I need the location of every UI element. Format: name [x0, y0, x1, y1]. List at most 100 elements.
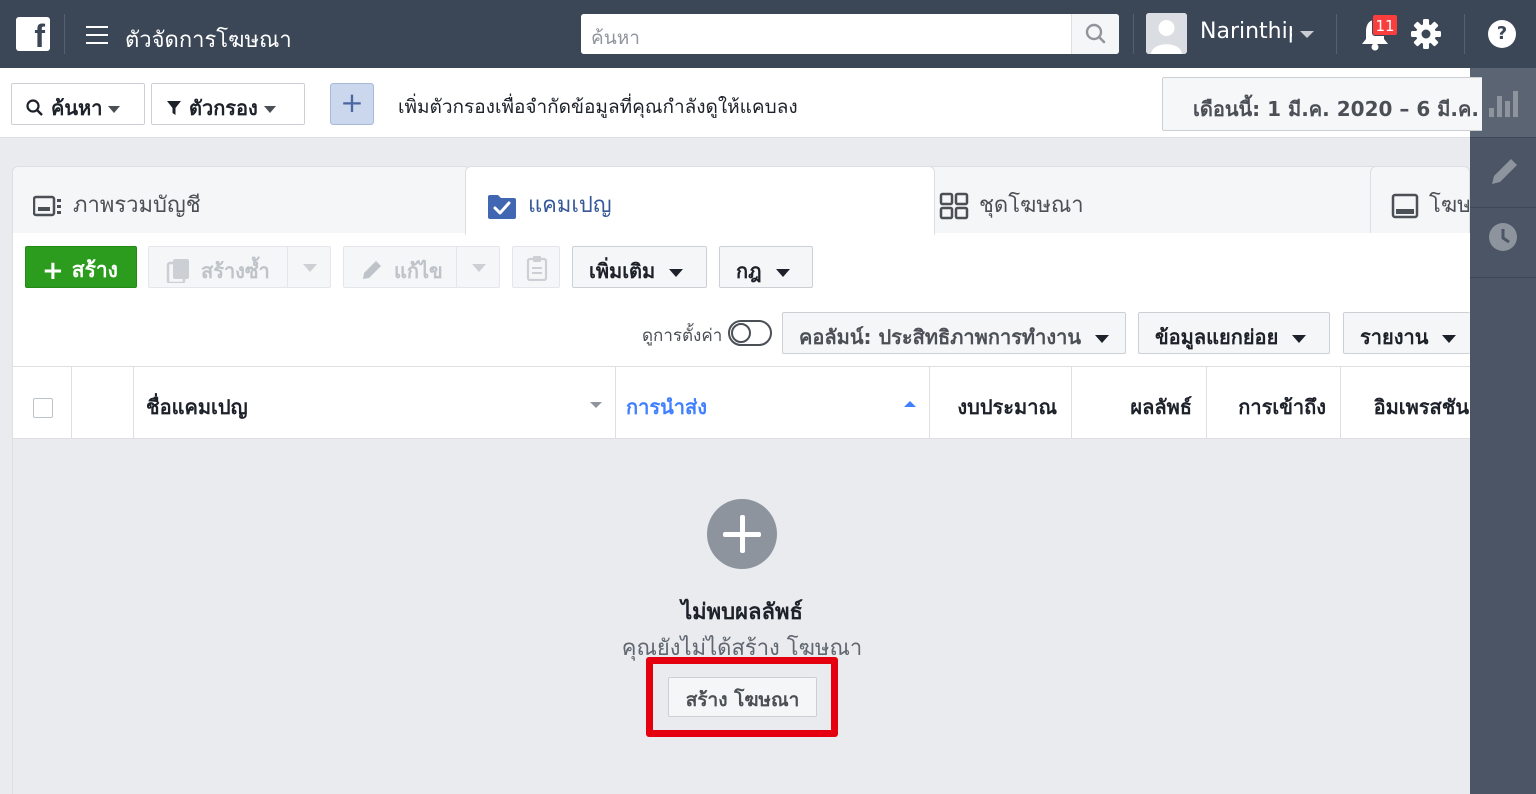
- view-settings-toggle[interactable]: [728, 320, 772, 346]
- column-label: การเข้าถึง: [1238, 395, 1326, 419]
- chevron-down-icon: [1292, 334, 1307, 343]
- rules-label: กฎ: [736, 259, 762, 283]
- user-silhouette-icon: [1146, 13, 1187, 54]
- column-header-budget[interactable]: งบประมาณ: [929, 367, 1071, 439]
- reports-dropdown[interactable]: รายงาน: [1343, 312, 1470, 354]
- breakdown-dropdown[interactable]: ข้อมูลแยกย่อย: [1138, 312, 1330, 354]
- user-name[interactable]: Narinthip: [1200, 19, 1292, 44]
- columns-label: คอลัมน์: ประสิทธิภาพการทำงาน: [799, 325, 1082, 349]
- chevron-down-icon: [108, 106, 121, 113]
- chevron-down-icon: [1442, 334, 1457, 343]
- clipboard-button[interactable]: [512, 246, 560, 288]
- tab-label: ชุดโฆษณา: [979, 193, 1084, 218]
- create-button[interactable]: + สร้าง: [25, 246, 137, 288]
- tab-label: ภาพรวมบัญชี: [73, 193, 201, 218]
- chevron-down-icon[interactable]: [1300, 31, 1314, 38]
- create-ad-button[interactable]: สร้าง โฆษณา: [668, 677, 817, 717]
- column-header-impressions[interactable]: อิมเพรสชัน: [1340, 367, 1471, 439]
- chevron-down-icon: [775, 268, 790, 277]
- column-header-reach[interactable]: การเข้าถึง: [1206, 367, 1340, 439]
- reports-label: รายงาน: [1360, 325, 1429, 349]
- clipboard-icon: [526, 256, 548, 282]
- chevron-down-icon: [669, 268, 684, 277]
- right-side-rail: [1470, 68, 1536, 794]
- column-label: ผลลัพธ์: [1130, 395, 1192, 419]
- column-label: อิมเพรสชัน: [1373, 395, 1469, 419]
- breakdown-label: ข้อมูลแยกย่อย: [1155, 325, 1279, 349]
- column-header-campaign-name[interactable]: ชื่อแคมเปญ: [133, 367, 615, 439]
- divider: [456, 247, 457, 287]
- tab-ads[interactable]: โฆษ: [1370, 166, 1470, 234]
- grid-icon: [939, 192, 969, 220]
- funnel-icon: [167, 101, 181, 115]
- column-header-delivery[interactable]: การนำส่ง: [615, 367, 929, 439]
- add-circle-icon: [707, 499, 777, 569]
- gear-icon[interactable]: [1408, 16, 1444, 52]
- search-icon: [1085, 23, 1106, 44]
- chevron-down-icon: [1095, 334, 1110, 343]
- search-button[interactable]: [1071, 14, 1119, 54]
- tab-label: โฆษ: [1429, 193, 1470, 218]
- sort-down-icon: [590, 402, 602, 408]
- table-header: ชื่อแคมเปญ การนำส่ง งบประมาณ ผลลัพธ์ การ…: [12, 366, 1470, 439]
- plus-icon: +: [42, 256, 64, 286]
- search-filter-label: ค้นหา: [50, 96, 103, 120]
- search-filter-button[interactable]: ค้นหา: [11, 83, 145, 125]
- divider: [1336, 14, 1337, 54]
- select-all-checkbox[interactable]: [33, 398, 53, 418]
- filter-bar: ค้นหา ตัวกรอง + เพิ่มตัวกรองเพื่อจำกัดข้…: [0, 68, 1482, 138]
- columns-dropdown[interactable]: คอลัมน์: ประสิทธิภาพการทำงาน: [782, 312, 1126, 354]
- chevron-down-icon[interactable]: [472, 264, 486, 272]
- account-overview-icon: [33, 195, 61, 217]
- divider: [1464, 14, 1465, 54]
- tab-account-overview[interactable]: ภาพรวมบัญชี: [12, 166, 470, 234]
- divider: [64, 14, 65, 54]
- column-label: การนำส่ง: [626, 395, 707, 419]
- search-input[interactable]: [581, 14, 1071, 54]
- edit-label: แก้ไข: [394, 259, 443, 283]
- sort-up-icon: [904, 401, 916, 407]
- pencil-icon: [363, 261, 381, 279]
- chevron-down-icon[interactable]: [303, 264, 317, 272]
- pencil-icon: [1492, 159, 1517, 184]
- rules-button[interactable]: กฎ: [719, 246, 813, 288]
- ad-icon: [1391, 193, 1419, 219]
- top-navigation-bar: f ตัวจัดการโฆษณา Narinthip 11: [0, 0, 1536, 68]
- hamburger-menu-icon[interactable]: [86, 26, 108, 44]
- column-header-results[interactable]: ผลลัพธ์: [1071, 367, 1206, 439]
- column-label: งบประมาณ: [957, 395, 1057, 419]
- duplicate-label: สร้างซ้ำ: [201, 259, 270, 283]
- column-header-status: [71, 367, 133, 439]
- campaign-folder-icon: [488, 195, 516, 219]
- facebook-logo[interactable]: f: [16, 17, 50, 51]
- avatar[interactable]: [1146, 13, 1187, 54]
- search-icon: [26, 99, 43, 116]
- clock-icon: [1489, 223, 1517, 251]
- create-label: สร้าง: [71, 258, 118, 282]
- date-range-picker[interactable]: เดือนนี้: 1 มี.ค. 2020 – 6 มี.ค.: [1162, 77, 1482, 131]
- chevron-down-icon: [263, 106, 276, 113]
- tab-label: แคมเปญ: [528, 193, 612, 218]
- view-settings-label: ดูการตั้งค่า: [642, 326, 723, 346]
- notification-count-badge: 11: [1372, 14, 1398, 36]
- more-label: เพิ่มเติม: [589, 259, 656, 283]
- filter-button[interactable]: ตัวกรอง: [151, 83, 305, 125]
- help-icon[interactable]: ?: [1488, 20, 1516, 48]
- empty-state-title: ไม่พบผลลัพธ์: [681, 600, 803, 625]
- app-title: ตัวจัดการโฆษณา: [125, 28, 292, 53]
- tab-campaigns[interactable]: แคมเปญ: [465, 166, 935, 235]
- add-filter-button[interactable]: +: [330, 83, 374, 125]
- rail-item-edit[interactable]: [1470, 138, 1536, 208]
- global-search: [581, 14, 1119, 54]
- tab-ad-sets[interactable]: ชุดโฆษณา: [918, 166, 1388, 234]
- column-label: ชื่อแคมเปญ: [146, 395, 248, 419]
- divider: [1133, 14, 1134, 54]
- rail-item-history[interactable]: [1470, 208, 1536, 278]
- filter-label: ตัวกรอง: [188, 96, 258, 120]
- divider: [287, 247, 288, 287]
- filter-hint-text: เพิ่มตัวกรองเพื่อจำกัดข้อมูลที่คุณกำลังด…: [398, 96, 798, 118]
- duplicate-button[interactable]: สร้างซ้ำ: [148, 246, 331, 288]
- duplicate-icon: [166, 259, 189, 285]
- edit-button[interactable]: แก้ไข: [343, 246, 500, 288]
- more-button[interactable]: เพิ่มเติม: [572, 246, 707, 288]
